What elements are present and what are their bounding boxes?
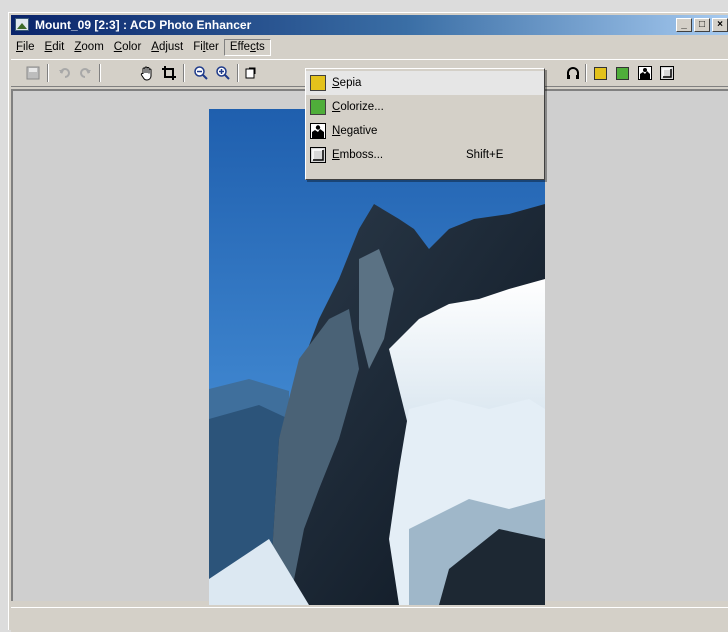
redo-button[interactable] (75, 64, 94, 82)
menu-file[interactable]: File (11, 39, 40, 56)
menu-item-colorize-label: Colorize... (332, 101, 384, 113)
menu-effects-label: ts (255, 41, 265, 53)
mountain-photo (209, 109, 545, 605)
emboss-toolbar-button[interactable] (657, 64, 676, 82)
menu-color-label: olor (122, 41, 142, 53)
zoom-in-icon (215, 66, 230, 80)
undo-button[interactable] (55, 64, 74, 82)
zoom-in-button[interactable] (213, 64, 232, 82)
sepia-icon (594, 66, 607, 80)
close-button[interactable]: × (712, 18, 728, 32)
menu-item-sepia-mnemonic: S (332, 77, 340, 89)
rotate-icon (245, 67, 255, 79)
zoom-out-icon (193, 66, 208, 80)
negative-icon (310, 123, 326, 139)
menu-edit[interactable]: Edit (40, 39, 70, 56)
menu-edit-label: dit (52, 41, 65, 53)
menu-item-colorize[interactable]: Colorize... (306, 95, 544, 119)
menu-item-emboss-label: Emboss... (332, 149, 383, 161)
menu-item-emboss-mnemonic: E (332, 149, 340, 161)
title-bar[interactable]: Mount_09 [2:3] : ACD Photo Enhancer _ □ … (11, 15, 728, 35)
menu-item-emboss[interactable]: Emboss... Shift+E (306, 143, 544, 167)
window-controls: _ □ × (676, 18, 728, 32)
menu-item-negative-text: egative (340, 125, 378, 137)
toolbar-separator (47, 64, 49, 82)
negative-icon (637, 66, 652, 80)
crop-icon (161, 66, 176, 80)
sepia-icon (310, 75, 326, 91)
menu-item-sepia-text: epia (339, 77, 362, 89)
negative-toolbar-button[interactable] (635, 64, 654, 82)
maximize-button[interactable]: □ (694, 18, 710, 32)
menu-zoom-label: oom (81, 41, 104, 53)
menu-effects[interactable]: Effects (223, 39, 271, 56)
menu-color-mnemonic: C (113, 41, 123, 53)
toolbar-separator (585, 64, 587, 82)
menu-adjust-mnemonic: A (151, 41, 159, 53)
menu-item-colorize-text: olorize... (340, 101, 384, 113)
colorize-toolbar-button[interactable] (613, 64, 632, 82)
window-title: Mount_09 [2:3] : ACD Photo Enhancer (35, 18, 252, 32)
menu-item-negative[interactable]: Negative (306, 119, 544, 143)
menu-file-mnemonic: F (16, 41, 24, 53)
toolbar-separator (183, 64, 185, 82)
emboss-icon (659, 66, 674, 80)
redo-icon (79, 68, 91, 78)
menu-item-sepia[interactable]: Sepia (306, 71, 544, 95)
status-bar (11, 607, 728, 632)
menu-filter-label: ter (205, 41, 219, 53)
menu-adjust-label: djust (158, 41, 184, 53)
crop-button[interactable] (159, 64, 178, 82)
sepia-toolbar-button[interactable] (591, 64, 610, 82)
effects-dropdown-menu: Sepia Colorize... Negative Emboss... Shi… (305, 68, 545, 180)
menu-file-label: ile (23, 41, 35, 53)
menu-item-emboss-text: mboss... (339, 149, 384, 161)
menu-item-sepia-label: Sepia (332, 77, 361, 89)
menu-item-negative-label: Negative (332, 125, 377, 137)
toolbar-separator (99, 64, 101, 82)
hand-tool-button[interactable] (137, 64, 156, 82)
toolbar-separator (237, 64, 239, 82)
colorize-icon (616, 66, 629, 80)
minimize-button[interactable]: _ (676, 18, 692, 32)
menu-filter[interactable]: Filter (188, 39, 224, 56)
zoom-out-button[interactable] (191, 64, 210, 82)
menu-bar: File Edit Zoom Color Adjust Filter Effec… (11, 38, 728, 57)
save-icon (26, 66, 39, 80)
undo-icon (58, 68, 70, 78)
app-icon[interactable] (15, 18, 29, 31)
menu-effects-prefix: Effe (229, 41, 251, 53)
menu-color[interactable]: Color (109, 39, 147, 56)
menu-filter-prefix: Fi (193, 41, 203, 53)
menu-zoom[interactable]: Zoom (69, 39, 108, 56)
menu-item-emboss-shortcut: Shift+E (466, 149, 504, 161)
save-button[interactable] (23, 64, 42, 82)
headphone-icon (566, 67, 579, 79)
rotate-button[interactable] (241, 64, 260, 82)
emboss-icon (310, 147, 326, 163)
menu-adjust[interactable]: Adjust (146, 39, 188, 56)
hand-icon (140, 66, 151, 81)
colorize-icon (310, 99, 326, 115)
headphone-button[interactable] (563, 64, 582, 82)
